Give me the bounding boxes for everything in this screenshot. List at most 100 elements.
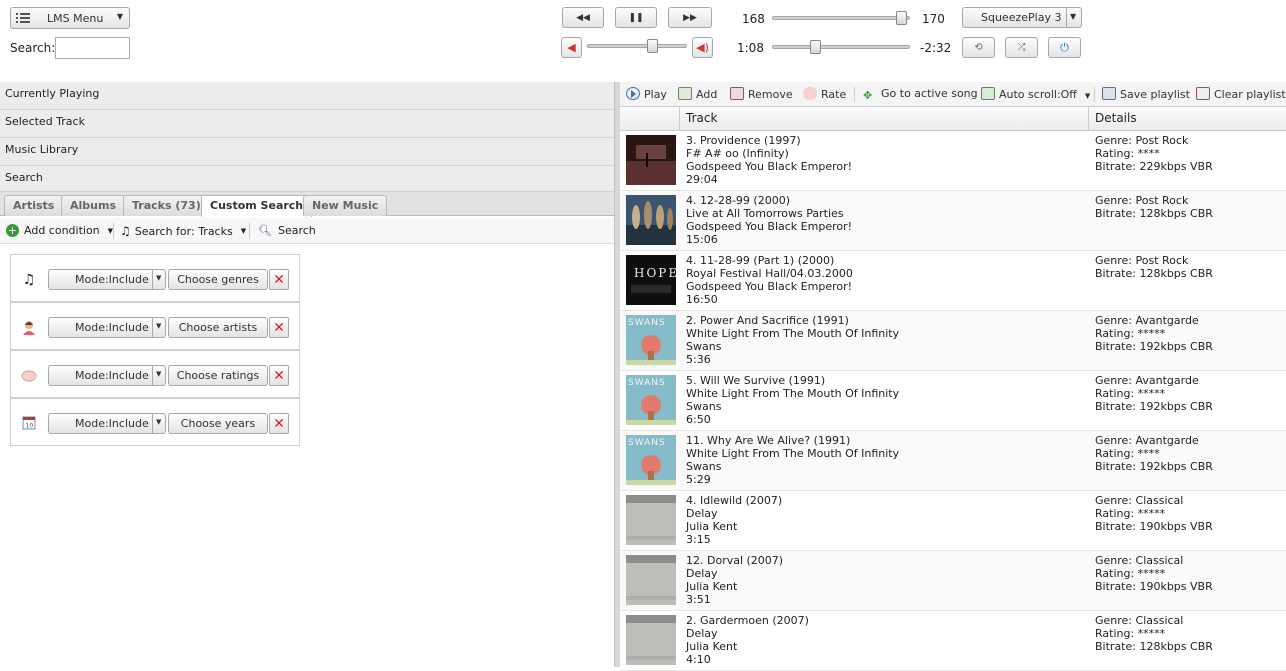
- lms-menu-button[interactable]: LMS Menu ▼: [10, 7, 130, 29]
- album-art: SWANS: [626, 375, 676, 425]
- rate-button[interactable]: Rate: [803, 87, 846, 101]
- playlist-row[interactable]: HOPE 4. 11-28-99 (Part 1) (2000) Royal Fes…: [620, 251, 1286, 311]
- detail-line: Bitrate: 128kbps CBR: [1095, 267, 1213, 280]
- progress-slider[interactable]: [772, 45, 910, 49]
- choose-button[interactable]: Choose years: [168, 413, 268, 434]
- search-icon: 🔍︎: [258, 224, 272, 237]
- mode-label: Mode:Include: [75, 369, 149, 382]
- track-details: Genre: Classical Rating: ***** Bitrate: 19…: [1095, 554, 1213, 593]
- select-divider: [152, 270, 153, 289]
- remove-condition-button[interactable]: ✕: [269, 317, 289, 338]
- detail-line: Genre: Classical: [1095, 614, 1184, 627]
- playlist-row[interactable]: 3. Providence (1997) F# A# oo (Infinity) G…: [620, 131, 1286, 191]
- volume-slider-handle[interactable]: [896, 11, 908, 25]
- select-divider: [152, 318, 153, 337]
- mode-dropdown[interactable]: Mode:Include ▼: [48, 317, 166, 338]
- remove-condition-button[interactable]: ✕: [269, 269, 289, 290]
- mute-button[interactable]: ◀: [561, 37, 582, 58]
- plus-circle-icon: +: [6, 224, 19, 237]
- player-select[interactable]: SqueezePlay 3 ▼: [962, 7, 1082, 28]
- add-condition-button[interactable]: + Add condition ▼: [6, 224, 113, 237]
- volume-right-value: 170: [922, 12, 945, 26]
- playlist-row[interactable]: 2. Gardermoen (2007) Delay Julia Kent 4:10 G…: [620, 611, 1286, 671]
- auto-scroll-dropdown[interactable]: Auto scroll:Off ▼: [981, 87, 1090, 101]
- remove-condition-button[interactable]: ✕: [269, 365, 289, 386]
- choose-button[interactable]: Choose ratings: [168, 365, 268, 386]
- mode-dropdown[interactable]: Mode:Include ▼: [48, 365, 166, 386]
- add-button[interactable]: Add: [678, 87, 717, 101]
- track-album: F# A# oo (Infinity): [686, 147, 789, 160]
- tab-new-music[interactable]: New Music: [303, 195, 388, 216]
- previous-button[interactable]: ◀◀: [562, 7, 604, 28]
- go-to-active-song-label: Go to active song: [881, 87, 978, 100]
- playlist-row[interactable]: SWANS 5. Will We Survive (1991) White Ligh…: [620, 371, 1286, 431]
- playlist-row[interactable]: 12. Dorval (2007) Delay Julia Kent 3:51 Genr…: [620, 551, 1286, 611]
- rate-label: Rate: [821, 88, 847, 101]
- power-button[interactable]: ⏻: [1048, 37, 1081, 58]
- auto-scroll-icon: [981, 87, 995, 100]
- pause-icon: ❚❚: [628, 12, 644, 23]
- balance-slider[interactable]: [587, 44, 687, 48]
- detail-line: Bitrate: 192kbps CBR: [1095, 400, 1213, 413]
- close-icon: ✕: [273, 367, 285, 384]
- accordion-music-library[interactable]: Music Library: [0, 138, 614, 166]
- mode-label: Mode:Include: [75, 417, 149, 430]
- next-button[interactable]: ▶▶: [668, 7, 712, 28]
- choose-button[interactable]: Choose genres: [168, 269, 268, 290]
- volume-slider[interactable]: [772, 16, 910, 20]
- play-button[interactable]: Play: [626, 87, 667, 101]
- tab-tracks[interactable]: Tracks (73): [123, 195, 210, 216]
- accordion-currently-playing[interactable]: Currently Playing: [0, 82, 614, 110]
- balance-slider-handle[interactable]: [646, 39, 658, 53]
- track-artist: Godspeed You Black Emperor!: [686, 220, 853, 233]
- playlist-row[interactable]: 4. 12-28-99 (2000) Live at All Tomorrows …: [620, 191, 1286, 251]
- accordion-selected-track[interactable]: Selected Track: [0, 110, 614, 138]
- track-artist: Godspeed You Black Emperor!: [686, 280, 853, 293]
- track-duration: 6:50: [686, 413, 711, 426]
- go-to-active-song-button[interactable]: ✥ Go to active song: [863, 87, 978, 102]
- toolbar-divider: [1094, 87, 1095, 102]
- search-condition: Mode:Include ▼ Choose ratings ✕: [10, 350, 300, 398]
- clear-playlist-button[interactable]: Clear playlist: [1196, 87, 1286, 101]
- progress-slider-handle[interactable]: [810, 40, 822, 54]
- add-icon: [678, 87, 692, 100]
- power-icon: ⏻: [1060, 40, 1069, 54]
- mode-dropdown[interactable]: Mode:Include ▼: [48, 269, 166, 290]
- save-playlist-label: Save playlist: [1120, 88, 1190, 101]
- pause-button[interactable]: ❚❚: [615, 7, 657, 28]
- chevron-down-icon: ▼: [156, 322, 162, 330]
- mode-dropdown[interactable]: Mode:Include ▼: [48, 413, 166, 434]
- playlist-row[interactable]: SWANS 11. Why Are We Alive? (1991) White L…: [620, 431, 1286, 491]
- track-title: 4. 12-28-99 (2000): [686, 194, 790, 207]
- elapsed-time: 1:08: [737, 41, 764, 55]
- remove-button[interactable]: Remove: [730, 87, 793, 101]
- choose-label: Choose ratings: [176, 369, 260, 382]
- tab-albums[interactable]: Albums: [61, 195, 125, 216]
- add-condition-label: Add condition: [24, 224, 100, 237]
- detail-line: Genre: Classical: [1095, 494, 1184, 507]
- remove-condition-button[interactable]: ✕: [269, 413, 289, 434]
- choose-button[interactable]: Choose artists: [168, 317, 268, 338]
- album-art: SWANS: [626, 435, 676, 485]
- playlist-row[interactable]: 4. Idlewild (2007) Delay Julia Kent 3:15 Gen…: [620, 491, 1286, 551]
- volume-up-button[interactable]: ◀): [692, 37, 713, 58]
- tab-custom-search[interactable]: Custom Search: [201, 195, 313, 217]
- column-header-details[interactable]: Details: [1095, 111, 1137, 125]
- detail-line: Genre: Avantgarde: [1095, 374, 1199, 387]
- speaker-mute-icon: ◀: [567, 41, 576, 54]
- playlist-row[interactable]: SWANS 2. Power And Sacrifice (1991) White …: [620, 311, 1286, 371]
- save-playlist-button[interactable]: Save playlist: [1102, 87, 1190, 101]
- track-title: 2. Gardermoen (2007): [686, 614, 809, 627]
- player-name: SqueezePlay 3: [981, 11, 1062, 24]
- album-art: [626, 195, 676, 245]
- tab-artists[interactable]: Artists: [4, 195, 64, 216]
- search-button[interactable]: 🔍︎ Search: [258, 224, 316, 237]
- column-header-track[interactable]: Track: [686, 111, 717, 125]
- shuffle-button[interactable]: ⤮: [1005, 37, 1038, 58]
- repeat-button[interactable]: ⟲: [962, 37, 995, 58]
- search-for-dropdown[interactable]: ♫ Search for: Tracks ▼: [120, 224, 246, 238]
- detail-line: Rating: *****: [1095, 327, 1166, 340]
- accordion-search[interactable]: Search: [0, 166, 614, 192]
- hand-icon: [803, 87, 817, 100]
- search-input[interactable]: [55, 37, 130, 59]
